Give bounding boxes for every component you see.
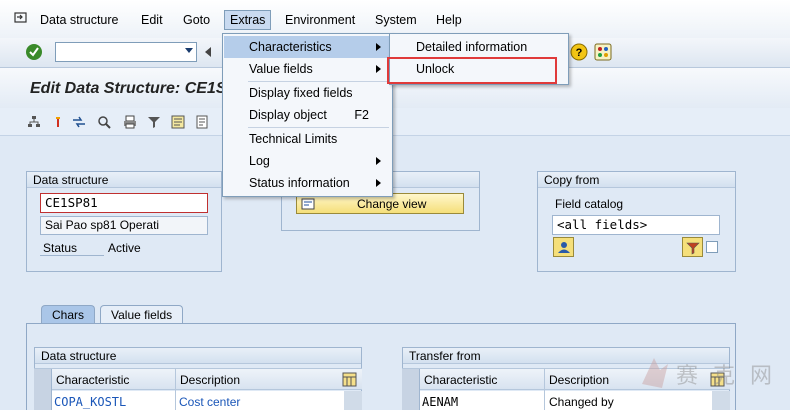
- tab-value-fields[interactable]: Value fields: [100, 305, 184, 325]
- column-divider: [544, 391, 545, 410]
- svg-text:?: ?: [576, 47, 583, 59]
- menu-environment[interactable]: Environment: [285, 13, 355, 27]
- column-divider: [544, 369, 545, 391]
- watermark: 赛 克 网: [638, 352, 776, 396]
- filter-button[interactable]: [682, 237, 703, 257]
- description-cell: Changed by: [549, 395, 614, 409]
- table-settings-icon[interactable]: [342, 372, 357, 387]
- change-view-icon: [301, 198, 315, 210]
- scrollbar[interactable]: [344, 391, 362, 410]
- menu-item-label: Display fixed fields: [249, 86, 353, 100]
- col-description[interactable]: Description: [180, 373, 240, 387]
- help-icon[interactable]: ?: [570, 43, 588, 61]
- col-characteristic[interactable]: Characteristic: [56, 373, 129, 387]
- menu-edit[interactable]: Edit: [141, 13, 163, 27]
- col-description[interactable]: Description: [549, 373, 609, 387]
- characteristic-cell[interactable]: AENAM: [422, 395, 458, 409]
- menu-item-display-fixed-fields[interactable]: Display fixed fields: [224, 82, 391, 104]
- watermark-logo-icon: [642, 358, 668, 388]
- table-row[interactable]: COPA_KOSTL Cost center: [34, 391, 362, 410]
- transport-icon[interactable]: [72, 115, 86, 129]
- menu-item-label: Value fields: [249, 62, 313, 76]
- col-characteristic[interactable]: Characteristic: [424, 373, 497, 387]
- command-field[interactable]: [55, 42, 197, 62]
- activate-icon[interactable]: [51, 115, 65, 129]
- find-icon[interactable]: [97, 115, 111, 129]
- menu-item-label: Characteristics: [249, 40, 332, 54]
- system-menu-icon[interactable]: [14, 11, 28, 25]
- menu-extras[interactable]: Extras: [224, 10, 272, 30]
- select-all-cell[interactable]: [34, 369, 52, 391]
- description-cell: Cost center: [179, 395, 241, 409]
- menu-help[interactable]: Help: [436, 13, 462, 27]
- menu-item-label: Status information: [249, 176, 350, 190]
- data-structure-name-field[interactable]: CE1SP81: [40, 193, 208, 213]
- field-catalog-input[interactable]: <all fields>: [552, 215, 720, 235]
- filter-checkbox[interactable]: [706, 241, 718, 253]
- enter-check-icon[interactable]: [25, 43, 43, 61]
- document-icon[interactable]: [195, 115, 209, 129]
- menu-system[interactable]: System: [375, 13, 417, 27]
- layout-menu-icon[interactable]: [594, 43, 612, 61]
- back-arrow-icon[interactable]: [203, 46, 213, 58]
- submenu-arrow-icon: [376, 43, 381, 51]
- menu-item-label: Display object: [249, 108, 327, 122]
- menu-item-detailed-information[interactable]: Detailed information: [391, 36, 567, 58]
- watermark-text: 赛 克 网: [676, 364, 776, 389]
- submenu-arrow-icon: [376, 179, 381, 187]
- hierarchy-icon[interactable]: [27, 115, 41, 129]
- submenu-arrow-icon: [376, 157, 381, 165]
- unlock-highlight-frame: [387, 57, 557, 84]
- filter-icon[interactable]: [147, 115, 161, 129]
- status-underline: [40, 255, 104, 256]
- menu-item-technical-limits[interactable]: Technical Limits: [224, 128, 391, 150]
- chevron-down-icon[interactable]: [185, 48, 193, 53]
- menu-item-label: Detailed information: [416, 40, 528, 54]
- print-icon[interactable]: [123, 115, 137, 129]
- group-header: Data structure: [27, 172, 221, 188]
- menu-item-value-fields[interactable]: Value fields: [224, 58, 391, 80]
- menu-data-structure[interactable]: Data structure: [40, 13, 119, 27]
- menu-item-status-information[interactable]: Status information: [224, 172, 391, 194]
- row-selector[interactable]: [402, 391, 420, 410]
- person-button[interactable]: [553, 237, 574, 257]
- data-structure-description-field: Sai Pao sp81 Operati: [40, 216, 208, 235]
- change-view-label: Change view: [357, 197, 427, 211]
- table-header-row: Characteristic Description: [34, 368, 362, 391]
- application-toolbar: [0, 108, 790, 136]
- layout-icon[interactable]: [171, 115, 185, 129]
- column-divider: [175, 391, 176, 410]
- tab-chars[interactable]: Chars: [41, 305, 96, 325]
- extras-menu: Characteristics Value fields Display fix…: [222, 33, 393, 197]
- menu-item-display-object[interactable]: Display object F2: [224, 104, 391, 126]
- menu-item-characteristics[interactable]: Characteristics: [224, 36, 391, 58]
- menu-item-label: Technical Limits: [249, 132, 338, 146]
- menu-item-log[interactable]: Log: [224, 150, 391, 172]
- group-header: Copy from: [538, 172, 735, 188]
- field-catalog-label: Field catalog: [555, 197, 624, 211]
- status-value: Active: [108, 241, 141, 255]
- row-selector[interactable]: [34, 391, 52, 410]
- column-divider: [175, 369, 176, 391]
- submenu-arrow-icon: [376, 65, 381, 73]
- status-label: Status: [43, 241, 78, 255]
- menu-goto[interactable]: Goto: [183, 13, 210, 27]
- characteristic-cell[interactable]: COPA_KOSTL: [54, 395, 126, 409]
- person-icon: [558, 242, 570, 253]
- shortcut-label: F2: [354, 108, 369, 122]
- funnel-icon: [686, 242, 700, 255]
- group-header: Data structure: [35, 348, 361, 364]
- menu-item-label: Log: [249, 154, 270, 168]
- select-all-cell[interactable]: [402, 369, 420, 391]
